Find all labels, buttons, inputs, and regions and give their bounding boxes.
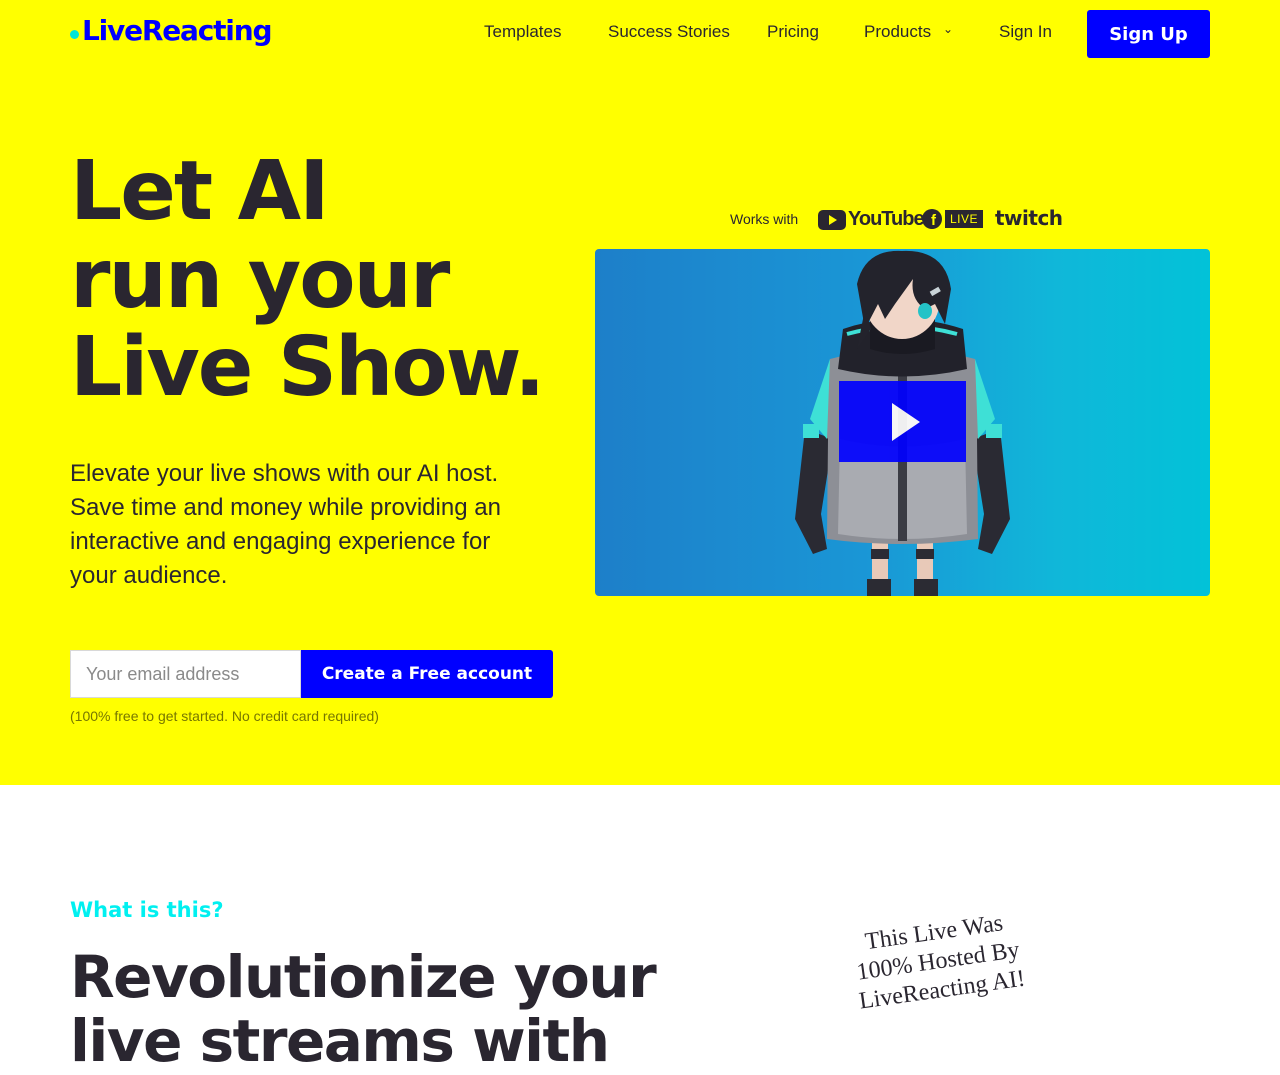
video-player[interactable] <box>595 249 1210 596</box>
section-title: Revolutionize your live streams with <box>70 943 657 1075</box>
hero-headline: Let AI run your Live Show. <box>70 144 545 415</box>
play-button[interactable] <box>839 381 966 462</box>
section-label: What is this? <box>70 898 224 922</box>
sign-up-button[interactable]: Sign Up <box>1087 10 1210 58</box>
logo-text: LiveReacting <box>82 14 272 47</box>
email-input[interactable] <box>70 650 301 698</box>
hosted-badge: This Live Was 100% Hosted By LiveReactin… <box>855 910 1027 1015</box>
logo-dot-icon <box>70 30 79 39</box>
facebook-live-logo: f LIVE <box>922 209 984 229</box>
headline-line-1: Let AI <box>70 144 330 239</box>
youtube-text: YouTube <box>848 208 925 230</box>
logo[interactable]: LiveReacting <box>70 14 272 47</box>
nav-success-stories[interactable]: Success Stories <box>608 22 730 42</box>
nav-products[interactable]: Products <box>864 22 931 42</box>
facebook-icon: f <box>922 209 942 229</box>
nav-templates[interactable]: Templates <box>484 22 561 42</box>
play-icon <box>891 402 920 441</box>
youtube-play-icon <box>818 209 846 230</box>
chevron-down-icon[interactable]: ⌄ <box>943 22 953 36</box>
nav-pricing[interactable]: Pricing <box>767 22 819 42</box>
works-with-label: Works with <box>730 211 799 227</box>
hero-subtext: Elevate your live shows with our AI host… <box>70 460 501 589</box>
facebook-live-text: LIVE <box>945 210 984 228</box>
youtube-logo: YouTube <box>818 208 925 231</box>
create-account-button[interactable]: Create a Free account <box>301 650 553 698</box>
fineprint: (100% free to get started. No credit car… <box>70 708 379 724</box>
nav-sign-in[interactable]: Sign In <box>999 22 1052 42</box>
headline-line-2: run your <box>70 232 450 327</box>
headline-line-3: Live Show. <box>70 320 545 415</box>
twitch-logo: twitch <box>995 206 1063 230</box>
